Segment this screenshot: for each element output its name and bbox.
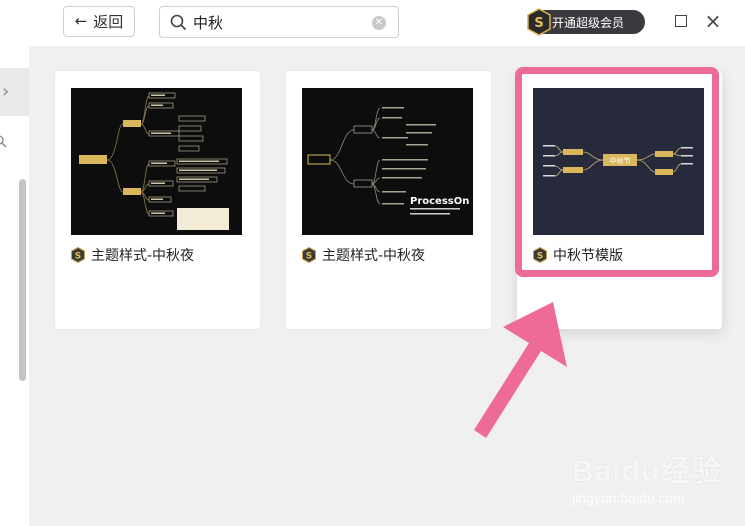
search-box[interactable]: ✕ bbox=[159, 6, 399, 38]
template-title-text: 主题样式-中秋夜 bbox=[91, 248, 195, 264]
left-sidebar: › bbox=[0, 46, 29, 526]
watermark-url: jingyan.baidu.com bbox=[572, 490, 685, 506]
template-card[interactable]: ProcessOn S 主题样式-中秋夜 bbox=[286, 71, 491, 329]
sidebar-toggle[interactable]: › bbox=[0, 68, 29, 116]
search-input[interactable] bbox=[193, 10, 373, 34]
thumb-brand: ProcessOn bbox=[410, 196, 469, 207]
svg-text:S: S bbox=[534, 16, 543, 31]
clear-icon[interactable]: ✕ bbox=[372, 16, 386, 30]
template-thumbnail: ProcessOn bbox=[302, 88, 473, 235]
selection-highlight bbox=[515, 67, 719, 277]
close-icon[interactable]: × bbox=[704, 10, 722, 32]
template-title: S 主题样式-中秋夜 bbox=[302, 245, 425, 265]
back-button[interactable]: ← 返回 bbox=[63, 6, 135, 37]
vip-badge-icon: S bbox=[527, 8, 551, 36]
watermark-brand: Baidu经验 bbox=[572, 455, 723, 488]
template-title: S 主题样式-中秋夜 bbox=[71, 245, 194, 265]
back-button-label: 返回 bbox=[93, 13, 124, 31]
arrow-left-icon: ← bbox=[74, 12, 88, 30]
vip-upgrade-label: 开通超级会员 bbox=[552, 15, 625, 30]
svg-text:S: S bbox=[306, 252, 312, 262]
watermark: Baidu经验 jingyan.baidu.com bbox=[572, 446, 742, 520]
template-title-text: 主题样式-中秋夜 bbox=[322, 248, 426, 264]
template-card[interactable]: S 主题样式-中秋夜 bbox=[55, 71, 260, 329]
svg-text:S: S bbox=[75, 252, 81, 262]
hex-badge-icon: S bbox=[302, 247, 316, 263]
hex-badge-icon: S bbox=[71, 247, 85, 263]
chevron-right-icon: › bbox=[2, 81, 10, 102]
scrollbar[interactable] bbox=[19, 179, 26, 381]
top-bar: ← 返回 ✕ S 开通超级会员 × bbox=[0, 0, 745, 46]
maximize-icon[interactable] bbox=[675, 15, 687, 27]
search-icon[interactable] bbox=[0, 135, 8, 149]
template-thumbnail bbox=[71, 88, 242, 235]
vip-upgrade-button[interactable]: S 开通超级会员 bbox=[527, 8, 645, 36]
search-icon bbox=[170, 14, 187, 31]
